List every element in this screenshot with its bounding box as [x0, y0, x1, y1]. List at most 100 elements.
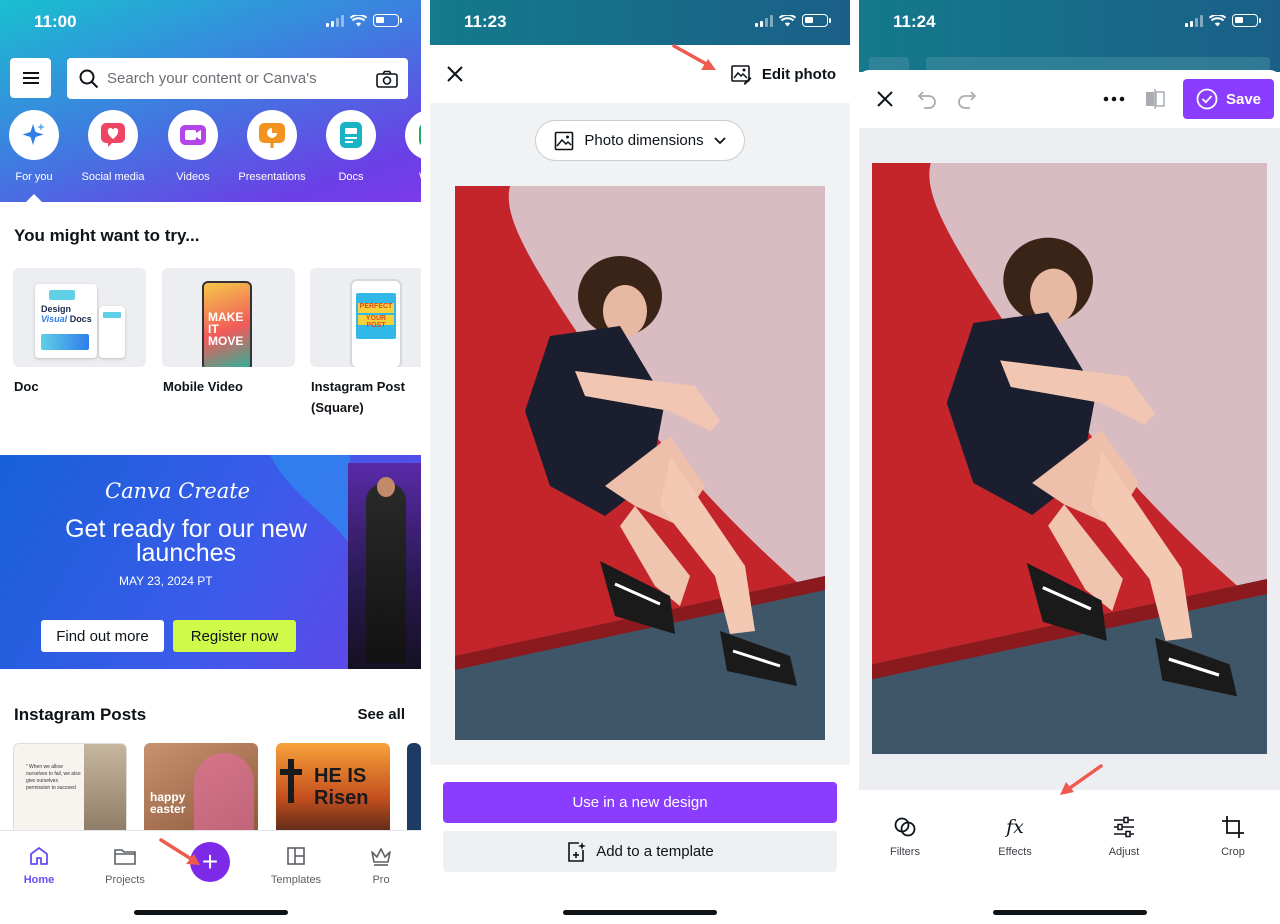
photo-top-bar: Edit photo: [430, 45, 850, 103]
tab-home[interactable]: Home: [4, 845, 74, 886]
use-in-new-design-button[interactable]: Use in a new design: [443, 782, 837, 823]
heart-icon: [101, 123, 125, 147]
category-label: Whit: [395, 171, 421, 183]
selected-category-indicator: [26, 194, 42, 202]
whiteboard-icon: [419, 125, 421, 145]
canva-home-screen: 11:00 Search your content or Canva's For…: [0, 0, 421, 924]
undo-icon[interactable]: [915, 87, 939, 111]
photo-woman-sitting: [455, 186, 825, 740]
battery-icon: [373, 14, 402, 27]
home-indicator: [992, 910, 1147, 915]
instagram-template-card[interactable]: HE IS Risen: [276, 743, 390, 833]
category-presentations[interactable]: Presentations: [237, 110, 307, 183]
flip-icon[interactable]: [1144, 88, 1166, 110]
tool-filters[interactable]: Filters: [865, 814, 945, 858]
status-time: 11:00: [34, 12, 77, 31]
category-social-media[interactable]: Social media: [78, 110, 148, 183]
editor-toolbar: Save: [859, 70, 1280, 128]
more-options-icon[interactable]: [1103, 95, 1125, 103]
tool-crop[interactable]: Crop: [1193, 814, 1273, 858]
templates-icon: [287, 847, 305, 865]
find-out-more-button[interactable]: Find out more: [41, 620, 164, 652]
instagram-card-text: “ When we allow ourselves to fail, we al…: [26, 764, 81, 791]
cellular-signal-icon: [755, 14, 773, 27]
home-indicator: [133, 910, 288, 915]
crop-icon: [1222, 816, 1244, 838]
add-to-template-label: Add to a template: [596, 843, 714, 860]
menu-button[interactable]: [10, 58, 51, 98]
register-now-button[interactable]: Register now: [173, 620, 296, 652]
editable-photo[interactable]: [872, 163, 1267, 754]
category-row: For you Social media Videos Presentation…: [0, 110, 421, 190]
canva-create-banner[interactable]: Canva Create Get ready for our new launc…: [0, 455, 421, 669]
see-all-link[interactable]: See all: [357, 706, 405, 723]
photo-dimensions-dropdown[interactable]: Photo dimensions: [535, 120, 745, 161]
category-label: For you: [15, 171, 53, 183]
try-card-mobile-video[interactable]: MAKE IT MOVE: [162, 268, 295, 367]
category-for-you[interactable]: For you: [0, 110, 69, 183]
chevron-down-icon: [713, 136, 726, 144]
camera-icon[interactable]: [376, 70, 398, 88]
background-sheet-edge: [869, 57, 909, 71]
tool-label: Adjust: [1108, 846, 1140, 858]
banner-date: MAY 23, 2024 PT: [119, 574, 213, 588]
try-card-doc[interactable]: Design Visual Docs: [13, 268, 146, 367]
wifi-icon: [1209, 14, 1226, 26]
video-camera-icon: [180, 125, 206, 145]
close-icon[interactable]: [873, 87, 897, 111]
try-card-instagram-post[interactable]: PERFECT YOUR POST: [310, 268, 421, 367]
tab-pro[interactable]: Pro: [346, 845, 416, 886]
tab-projects[interactable]: Projects: [90, 845, 160, 886]
save-button[interactable]: Save: [1183, 79, 1274, 119]
instagram-card-text: happy easter: [150, 790, 186, 816]
try-label-doc: Doc: [14, 379, 39, 394]
search-bar[interactable]: Search your content or Canva's: [67, 58, 408, 99]
folder-icon: [114, 849, 136, 865]
home-indicator: [563, 910, 717, 915]
presentation-icon: [259, 123, 285, 148]
banner-headline: Get ready for our new launches: [65, 515, 307, 567]
editor-tools: Filters fx Effects Adjust Crop: [859, 792, 1280, 872]
edit-photo-button[interactable]: Edit photo: [730, 63, 836, 85]
search-input[interactable]: Search your content or Canva's: [107, 70, 376, 87]
status-bar: 11:00: [0, 0, 421, 46]
tool-label: Effects: [998, 846, 1032, 858]
home-icon: [30, 847, 48, 865]
search-icon: [79, 69, 99, 88]
try-label-instagram-post: Instagram Post (Square): [311, 379, 405, 415]
photo-dimensions-label: Photo dimensions: [584, 132, 704, 149]
photo-preview-area: Photo dimensions: [430, 103, 850, 765]
annotation-arrow-icon: [159, 838, 200, 865]
redo-icon[interactable]: [955, 87, 979, 111]
filters-icon: [894, 817, 916, 837]
stock-photo[interactable]: [455, 186, 825, 740]
tool-adjust[interactable]: Adjust: [1084, 814, 1164, 858]
tab-label: Projects: [105, 874, 145, 886]
tab-templates[interactable]: Templates: [261, 845, 331, 886]
instagram-section-title: Instagram Posts: [14, 705, 147, 724]
edit-photo-label: Edit photo: [761, 65, 836, 83]
close-icon[interactable]: [443, 62, 467, 86]
check-circle-icon: [1196, 88, 1218, 110]
banner-brand: Canva Create: [105, 479, 251, 503]
status-bar: 11:24: [859, 0, 1280, 46]
editor-canvas: [859, 128, 1280, 790]
instagram-template-card[interactable]: “ When we allow ourselves to fail, we al…: [13, 743, 127, 833]
image-icon: [555, 131, 574, 150]
cellular-signal-icon: [326, 14, 344, 27]
hamburger-icon: [22, 72, 39, 84]
tool-effects[interactable]: fx Effects: [975, 814, 1055, 858]
edit-image-icon: [731, 65, 752, 85]
sparkle-icon: [22, 123, 45, 145]
category-docs[interactable]: Docs: [316, 110, 386, 183]
category-label: Social media: [81, 171, 145, 183]
instagram-template-card[interactable]: [407, 743, 421, 833]
add-to-template-button[interactable]: Add to a template: [443, 831, 837, 872]
photo-detail-screen: 11:23 Edit photo Photo dimensions Use in…: [430, 0, 850, 924]
crown-icon: [371, 848, 391, 866]
instagram-template-card[interactable]: happy easter: [144, 743, 258, 833]
tool-label: Filters: [890, 846, 920, 858]
category-videos[interactable]: Videos: [158, 110, 228, 183]
cellular-signal-icon: [1185, 14, 1203, 27]
category-whiteboards[interactable]: Whit: [395, 110, 421, 183]
